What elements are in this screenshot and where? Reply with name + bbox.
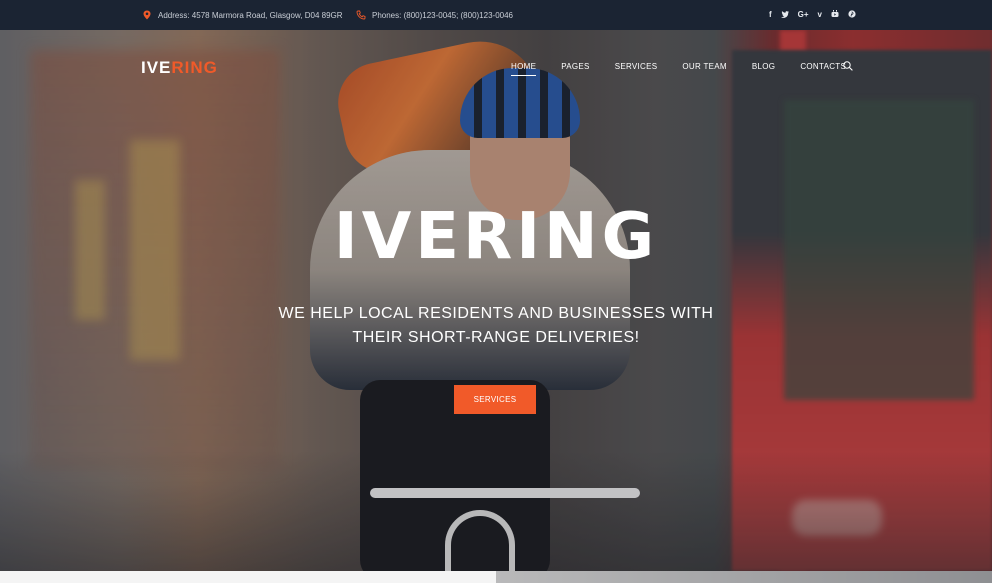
hero-section: [0, 30, 992, 571]
pinterest-icon[interactable]: [848, 10, 856, 20]
site-logo[interactable]: IVERING: [141, 58, 218, 78]
hero-title: IVERING: [333, 200, 659, 274]
vimeo-icon[interactable]: v: [818, 11, 822, 19]
phones-info: Phones: (800)123-0045; (800)123-0046: [356, 0, 513, 30]
logo-part-orange: RING: [171, 58, 218, 77]
hero-subtitle-line-2: THEIR SHORT-RANGE DELIVERIES!: [352, 329, 640, 346]
nav-our-team[interactable]: OUR TEAM: [682, 62, 726, 71]
facebook-icon[interactable]: f: [769, 11, 772, 19]
nav-contacts[interactable]: CONTACTS: [800, 62, 846, 71]
social-links: f G+ v: [769, 0, 856, 30]
phone-icon: [356, 10, 366, 20]
phones-text: Phones: (800)123-0045; (800)123-0046: [372, 10, 513, 20]
nav-home[interactable]: HOME: [511, 62, 537, 76]
main-nav: HOME PAGES SERVICES OUR TEAM BLOG CONTAC…: [511, 58, 871, 76]
youtube-shape: [831, 10, 839, 17]
nav-blog[interactable]: BLOG: [752, 62, 775, 71]
logo-part-white: IVE: [141, 58, 172, 77]
twitter-bird-shape: [780, 10, 789, 18]
hero-subtitle-line-1: WE HELP LOCAL RESIDENTS AND BUSINESSES W…: [278, 305, 714, 322]
hero-subtitle: WE HELP LOCAL RESIDENTS AND BUSINESSES W…: [0, 302, 992, 350]
pinterest-shape: [848, 10, 856, 18]
address-text: Address: 4578 Marmora Road, Glasgow, D04…: [158, 10, 343, 20]
youtube-icon[interactable]: [831, 10, 839, 20]
top-info-bar: Address: 4578 Marmora Road, Glasgow, D04…: [0, 0, 992, 30]
address-info: Address: 4578 Marmora Road, Glasgow, D04…: [142, 0, 343, 30]
google-plus-icon[interactable]: G+: [798, 11, 809, 19]
twitter-icon[interactable]: [780, 10, 789, 20]
location-pin-icon: [143, 10, 151, 20]
nav-services[interactable]: SERVICES: [615, 62, 658, 71]
services-button[interactable]: SERVICES: [454, 385, 536, 414]
next-section: [0, 571, 992, 583]
hero-overlay: [0, 30, 992, 571]
search-icon[interactable]: [843, 61, 853, 71]
next-section-image: [496, 571, 992, 583]
nav-pages[interactable]: PAGES: [561, 62, 589, 71]
